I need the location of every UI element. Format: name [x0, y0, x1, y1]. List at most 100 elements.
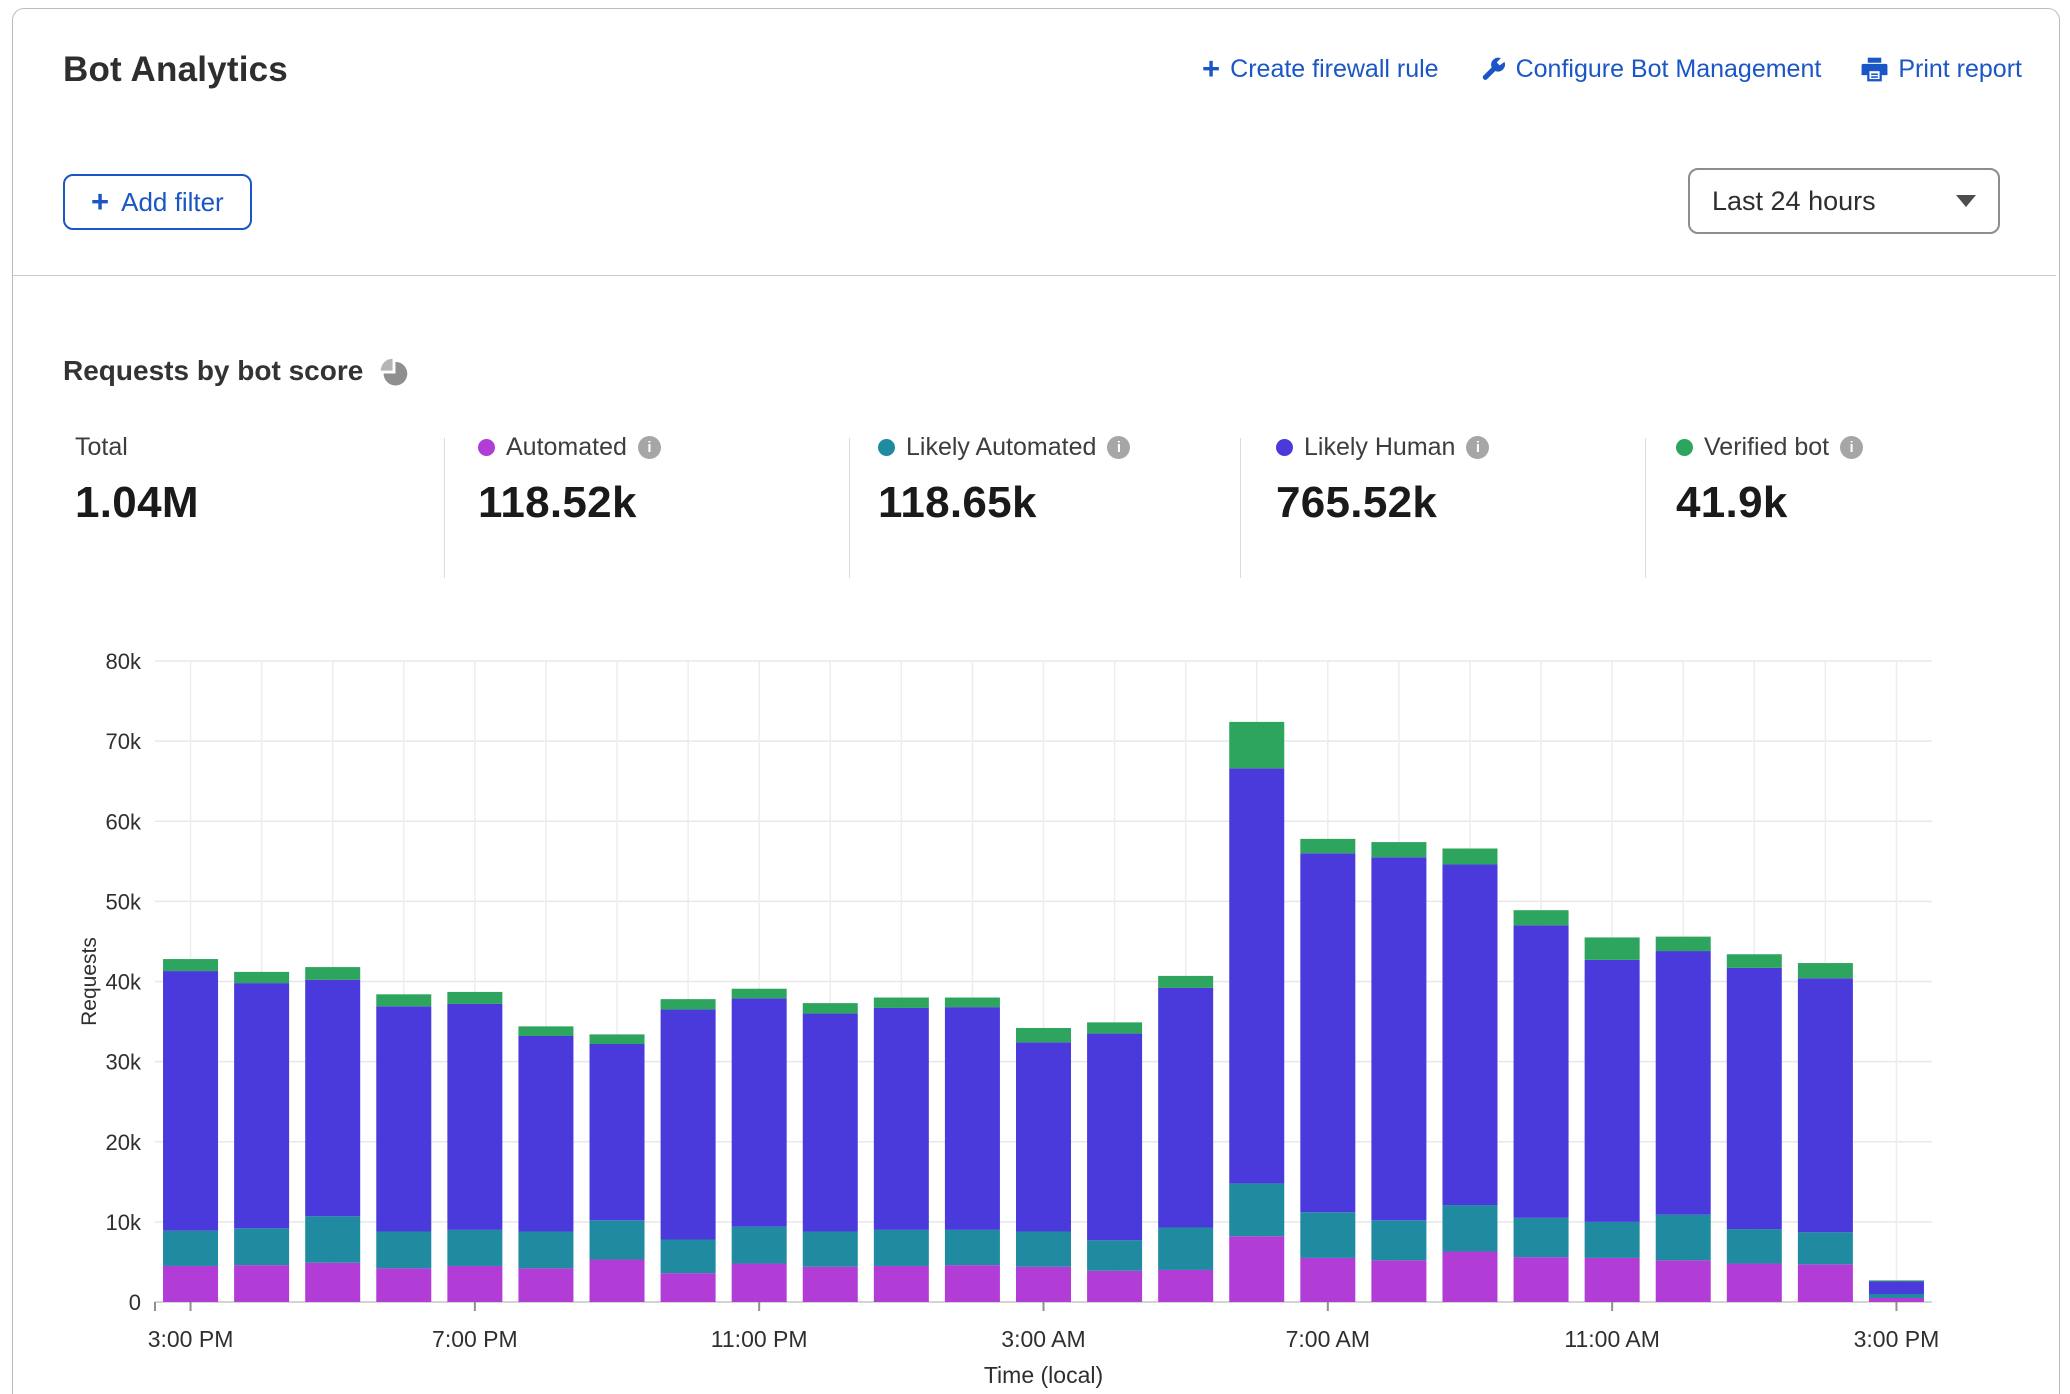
bar-segment[interactable] — [305, 1263, 360, 1302]
bar-segment[interactable] — [1229, 722, 1284, 768]
bar-segment[interactable] — [732, 998, 787, 1226]
bar-segment[interactable] — [376, 1006, 431, 1231]
bar-segment[interactable] — [1016, 1042, 1071, 1231]
info-icon[interactable]: i — [1107, 436, 1130, 459]
bar-segment[interactable] — [1300, 839, 1355, 853]
bar-segment[interactable] — [1585, 960, 1640, 1222]
bar-segment[interactable] — [1656, 1260, 1711, 1302]
bar-segment[interactable] — [1798, 1264, 1853, 1302]
bar-segment[interactable] — [1514, 1257, 1569, 1302]
bar-segment[interactable] — [803, 1014, 858, 1232]
bar-segment[interactable] — [874, 998, 929, 1008]
bar-segment[interactable] — [1371, 1220, 1426, 1260]
bar-segment[interactable] — [518, 1036, 573, 1232]
bar-segment[interactable] — [1300, 1258, 1355, 1302]
bar-segment[interactable] — [1229, 1183, 1284, 1236]
bar-segment[interactable] — [1016, 1267, 1071, 1302]
bar-segment[interactable] — [1158, 988, 1213, 1228]
bar-segment[interactable] — [945, 1230, 1000, 1265]
bar-segment[interactable] — [1727, 1264, 1782, 1302]
bar-segment[interactable] — [1442, 1205, 1497, 1251]
bar-segment[interactable] — [803, 1231, 858, 1266]
bar-segment[interactable] — [447, 1004, 502, 1230]
bar-segment[interactable] — [732, 989, 787, 999]
bar-segment[interactable] — [874, 1266, 929, 1302]
bar-segment[interactable] — [1158, 1270, 1213, 1302]
bar-segment[interactable] — [1016, 1028, 1071, 1042]
bar-segment[interactable] — [1442, 848, 1497, 864]
bar-segment[interactable] — [376, 994, 431, 1006]
bar-segment[interactable] — [1585, 1222, 1640, 1258]
bar-segment[interactable] — [1798, 963, 1853, 978]
bar-segment[interactable] — [661, 1240, 716, 1274]
bar-segment[interactable] — [732, 1264, 787, 1302]
bar-segment[interactable] — [234, 1228, 289, 1265]
bar-segment[interactable] — [1371, 842, 1426, 857]
bar-segment[interactable] — [234, 983, 289, 1228]
bar-segment[interactable] — [234, 1265, 289, 1302]
bar-segment[interactable] — [661, 1273, 716, 1302]
bar-segment[interactable] — [1869, 1294, 1924, 1298]
bar-segment[interactable] — [874, 1008, 929, 1230]
bar-segment[interactable] — [803, 1003, 858, 1013]
bar-segment[interactable] — [234, 972, 289, 983]
add-filter-button[interactable]: + Add filter — [63, 174, 252, 230]
bar-segment[interactable] — [1514, 925, 1569, 1217]
bar-segment[interactable] — [732, 1227, 787, 1264]
bar-segment[interactable] — [590, 1260, 645, 1302]
bar-segment[interactable] — [1158, 1227, 1213, 1269]
bar-segment[interactable] — [1016, 1231, 1071, 1266]
bar-segment[interactable] — [874, 1230, 929, 1266]
bar-segment[interactable] — [163, 971, 218, 1231]
bar-segment[interactable] — [1300, 853, 1355, 1212]
bar-segment[interactable] — [1727, 968, 1782, 1229]
bar-segment[interactable] — [1300, 1212, 1355, 1258]
bar-segment[interactable] — [1371, 1260, 1426, 1302]
bar-segment[interactable] — [163, 1266, 218, 1302]
info-icon[interactable]: i — [638, 436, 661, 459]
bar-segment[interactable] — [803, 1267, 858, 1302]
bar-segment[interactable] — [518, 1268, 573, 1302]
bar-segment[interactable] — [518, 1231, 573, 1268]
bar-segment[interactable] — [1656, 1215, 1711, 1261]
print-report-link[interactable]: Print report — [1861, 55, 2022, 84]
bar-segment[interactable] — [1727, 954, 1782, 968]
bar-segment[interactable] — [1727, 1229, 1782, 1263]
bar-segment[interactable] — [590, 1220, 645, 1259]
bar-segment[interactable] — [1869, 1281, 1924, 1294]
bar-segment[interactable] — [376, 1268, 431, 1302]
bar-segment[interactable] — [1442, 1252, 1497, 1302]
bar-segment[interactable] — [1798, 978, 1853, 1232]
bar-segment[interactable] — [1514, 910, 1569, 925]
bar-segment[interactable] — [1229, 1236, 1284, 1302]
bar-segment[interactable] — [1158, 976, 1213, 988]
bar-segment[interactable] — [1514, 1218, 1569, 1257]
bar-segment[interactable] — [305, 980, 360, 1216]
bar-segment[interactable] — [518, 1026, 573, 1036]
bar-segment[interactable] — [163, 1231, 218, 1266]
bar-segment[interactable] — [590, 1044, 645, 1220]
bar-segment[interactable] — [661, 999, 716, 1009]
bar-segment[interactable] — [305, 967, 360, 980]
bar-segment[interactable] — [1869, 1298, 1924, 1302]
bar-segment[interactable] — [1585, 1258, 1640, 1302]
bar-segment[interactable] — [1585, 937, 1640, 959]
bar-segment[interactable] — [1798, 1232, 1853, 1264]
bar-segment[interactable] — [447, 1266, 502, 1302]
configure-bot-management-link[interactable]: Configure Bot Management — [1479, 55, 1822, 84]
bar-segment[interactable] — [1442, 865, 1497, 1206]
bar-segment[interactable] — [661, 1010, 716, 1240]
time-range-dropdown[interactable]: Last 24 hours — [1688, 168, 2000, 234]
bar-segment[interactable] — [1656, 951, 1711, 1215]
bar-segment[interactable] — [1087, 1022, 1142, 1033]
bar-segment[interactable] — [1087, 1271, 1142, 1302]
bar-segment[interactable] — [1656, 937, 1711, 951]
bar-segment[interactable] — [305, 1216, 360, 1262]
bar-segment[interactable] — [1869, 1280, 1924, 1281]
bar-segment[interactable] — [945, 998, 1000, 1008]
info-icon[interactable]: i — [1466, 436, 1489, 459]
info-icon[interactable]: i — [1840, 436, 1863, 459]
bar-segment[interactable] — [376, 1231, 431, 1268]
bar-segment[interactable] — [590, 1034, 645, 1044]
bar-segment[interactable] — [163, 959, 218, 971]
